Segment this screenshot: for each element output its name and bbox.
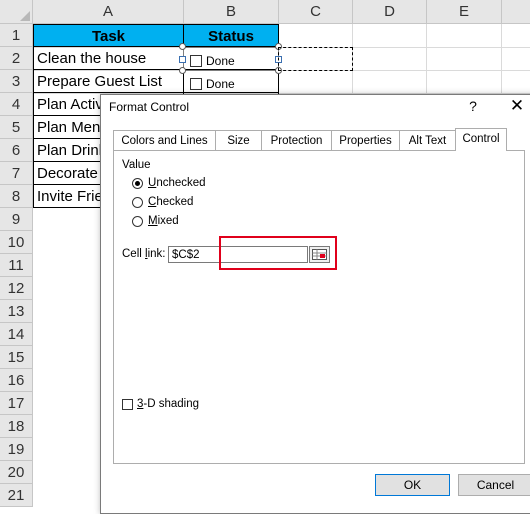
column-header-f[interactable]	[502, 0, 530, 24]
column-header-a[interactable]: A	[33, 0, 184, 24]
cancel-button[interactable]: Cancel	[458, 474, 530, 496]
row-header[interactable]: 8	[0, 185, 33, 208]
row-header[interactable]: 14	[0, 323, 33, 346]
tab-size[interactable]: Size	[215, 130, 262, 150]
close-icon[interactable]: ✕	[506, 96, 528, 116]
status-header-cell[interactable]: Status	[183, 24, 279, 47]
row-header[interactable]: 13	[0, 300, 33, 323]
radio-label: Checked	[148, 196, 194, 208]
resize-handle-icon[interactable]	[179, 56, 186, 63]
radio-checked[interactable]: Checked	[132, 196, 193, 208]
row-header[interactable]: 20	[0, 461, 33, 484]
dialog-titlebar[interactable]: Format Control ? ✕	[101, 95, 530, 121]
checkbox-selection-frame	[183, 47, 279, 71]
row-header[interactable]: 15	[0, 346, 33, 369]
control-tab-panel: Value Unchecked Checked Mixed Cell link:…	[113, 150, 525, 464]
row-header[interactable]: 16	[0, 369, 33, 392]
row-header[interactable]: 9	[0, 208, 33, 231]
select-all-corner[interactable]	[0, 0, 33, 24]
radio-unchecked[interactable]: Unchecked	[132, 177, 206, 189]
checkbox-label: 3-D shading	[137, 398, 200, 410]
row-header[interactable]: 5	[0, 116, 33, 139]
row-header[interactable]: 4	[0, 93, 33, 116]
radio-label: Unchecked	[148, 177, 206, 189]
tab-control[interactable]: Control	[455, 128, 507, 151]
ok-button[interactable]: OK	[375, 474, 450, 496]
help-icon[interactable]: ?	[463, 98, 483, 114]
resize-handle-icon[interactable]	[179, 43, 186, 50]
row-header[interactable]: 19	[0, 438, 33, 461]
resize-handle-icon[interactable]	[179, 67, 186, 74]
row-header[interactable]: 10	[0, 231, 33, 254]
checkbox-label: Done	[206, 77, 235, 91]
row-header[interactable]: 3	[0, 70, 33, 93]
select-all-triangle-icon	[20, 11, 30, 21]
row-header[interactable]: 7	[0, 162, 33, 185]
column-header-c[interactable]: C	[279, 0, 353, 24]
column-header-b[interactable]: B	[184, 0, 279, 24]
tab-protection[interactable]: Protection	[261, 130, 332, 150]
done-checkbox[interactable]: Done	[190, 76, 235, 92]
row-header[interactable]: 6	[0, 139, 33, 162]
row-header[interactable]: 2	[0, 47, 33, 70]
row-header[interactable]: 21	[0, 484, 33, 507]
radio-mixed[interactable]: Mixed	[132, 215, 179, 227]
row-header[interactable]: 11	[0, 254, 33, 277]
radio-icon	[132, 215, 143, 227]
radio-label: Mixed	[148, 215, 179, 227]
linked-cell-marquee	[278, 47, 353, 71]
row-header[interactable]: 17	[0, 392, 33, 415]
row-header[interactable]: 1	[0, 24, 33, 47]
task-cell[interactable]: Clean the house	[33, 47, 184, 70]
tab-colors-and-lines[interactable]: Colors and Lines	[113, 130, 216, 150]
tab-properties[interactable]: Properties	[331, 130, 400, 150]
3d-shading-checkbox[interactable]: 3-D shading	[122, 398, 199, 410]
tab-alt-text[interactable]: Alt Text	[399, 130, 456, 150]
radio-icon	[132, 196, 143, 208]
dialog-title: Format Control	[109, 100, 190, 114]
checkbox-square-icon	[122, 398, 133, 410]
format-control-dialog: Format Control ? ✕ Colors and Lines Size…	[100, 94, 530, 514]
task-header-cell[interactable]: Task	[33, 24, 184, 47]
value-group-label: Value	[122, 159, 151, 171]
row-header[interactable]: 12	[0, 277, 33, 300]
column-header-d[interactable]: D	[353, 0, 427, 24]
task-cell[interactable]: Prepare Guest List	[33, 70, 184, 93]
row-header[interactable]: 18	[0, 415, 33, 438]
radio-selected-icon	[132, 177, 143, 189]
checkbox-square-icon	[190, 78, 202, 90]
cell-link-highlight	[219, 236, 337, 270]
column-header-e[interactable]: E	[427, 0, 502, 24]
cell-link-label: Cell link:	[122, 248, 166, 260]
